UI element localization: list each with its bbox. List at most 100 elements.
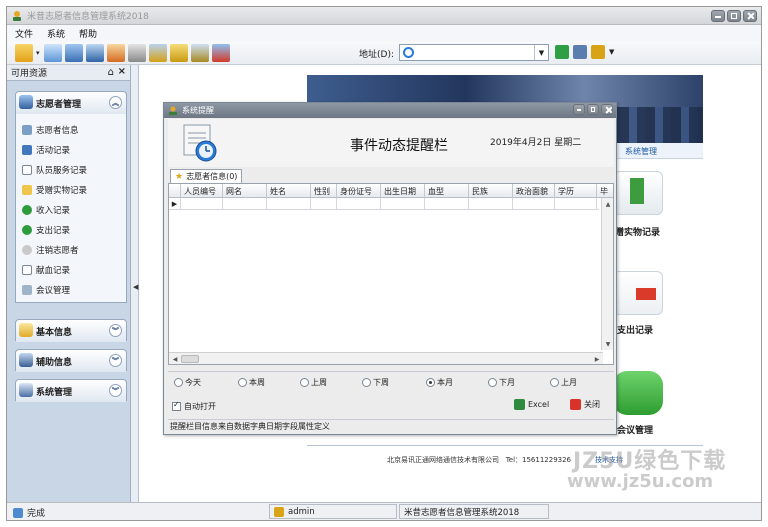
strip-label[interactable]: 系统管理 — [625, 146, 657, 157]
column-header[interactable]: 身份证号 — [337, 184, 381, 198]
calendar-icon — [22, 145, 32, 155]
chevron-down-icon[interactable]: ▼ — [609, 48, 614, 56]
radio-dot[interactable] — [174, 378, 183, 387]
scroll-down-icon[interactable]: ▼ — [603, 339, 613, 349]
sidebar-item-donations[interactable]: 受赠实物记录 — [22, 180, 126, 200]
radio-next-week[interactable]: 下周 — [362, 377, 389, 388]
minimize-button[interactable] — [711, 10, 725, 22]
group-header[interactable]: 系统管理 ︾ — [16, 380, 126, 402]
column-header[interactable]: 毕 — [597, 184, 611, 198]
radio-this-month[interactable]: 本月 — [426, 377, 453, 388]
users-lock-icon[interactable] — [148, 43, 167, 62]
scrollbar-thumb[interactable] — [181, 355, 199, 363]
sidebar-item-meeting[interactable]: 会议管理 — [22, 280, 126, 300]
group-title: 辅助信息 — [36, 357, 73, 368]
column-header[interactable]: 网名 — [223, 184, 267, 198]
aux-info-icon — [19, 353, 33, 367]
radio-dot[interactable] — [300, 378, 309, 387]
grid-header: 人员编号 网名 姓名 性别 身份证号 出生日期 血型 民族 政治面貌 学历 毕 — [169, 184, 613, 198]
home-icon[interactable]: ⌂ — [108, 67, 114, 78]
sidebar-item-blood[interactable]: 献血记录 — [22, 260, 126, 280]
tools-icon[interactable] — [591, 45, 605, 59]
radio-dot[interactable] — [238, 378, 247, 387]
excel-button[interactable]: Excel — [514, 399, 549, 410]
group-header[interactable]: 基本信息 ︾ — [16, 320, 126, 342]
dialog-maximize-button[interactable] — [587, 104, 599, 115]
donation-tile-icon[interactable] — [613, 171, 663, 215]
column-header[interactable]: 民族 — [469, 184, 513, 198]
meeting-tile-icon[interactable] — [613, 371, 663, 415]
maximize-button[interactable] — [727, 10, 741, 22]
expand-icon[interactable]: ︾ — [109, 384, 122, 397]
auto-open-checkbox[interactable]: 自动打开 — [172, 400, 216, 412]
tab-volunteer-info[interactable]: ★ 志愿者信息(0) — [170, 169, 243, 183]
chevron-down-icon[interactable]: ▾ — [36, 49, 40, 57]
radio-last-week[interactable]: 上周 — [300, 377, 327, 388]
home-icon[interactable] — [106, 43, 125, 62]
expense-tile-icon[interactable] — [613, 271, 663, 315]
tile-label[interactable]: 赠实物记录 — [615, 225, 660, 238]
column-header[interactable]: 人员编号 — [181, 184, 223, 198]
dialog-heading: 事件动态提醒栏 — [350, 138, 448, 154]
user-lock-icon[interactable] — [190, 43, 209, 62]
column-header[interactable]: 出生日期 — [381, 184, 425, 198]
menu-file[interactable]: 文件 — [15, 27, 33, 40]
radio-this-week[interactable]: 本周 — [238, 377, 265, 388]
sidebar-splitter[interactable]: ◀ — [131, 65, 139, 506]
scroll-left-icon[interactable]: ◀ — [170, 354, 180, 364]
column-header[interactable]: 学历 — [555, 184, 597, 198]
column-header[interactable]: 性别 — [311, 184, 337, 198]
menu-system[interactable]: 系统 — [47, 27, 65, 40]
radio-dot[interactable] — [362, 378, 371, 387]
column-header[interactable]: 姓名 — [267, 184, 311, 198]
sidebar-item-volunteer-info[interactable]: 志愿者信息 — [22, 120, 126, 140]
date-range-group: 今天 本周 上周 下周 本月 下月 上月 — [168, 371, 614, 393]
lock-icon[interactable] — [169, 43, 188, 62]
collapse-icon[interactable]: ︽ — [109, 96, 122, 109]
dialog-close-button[interactable] — [601, 104, 613, 115]
chevron-left-icon[interactable]: ◀ — [133, 283, 138, 291]
sidebar-item-activity[interactable]: 活动记录 — [22, 140, 126, 160]
folder-open-icon[interactable] — [15, 43, 33, 62]
expand-icon[interactable]: ︾ — [109, 354, 122, 367]
book-icon[interactable] — [85, 43, 104, 62]
printer-icon[interactable] — [127, 43, 146, 62]
menu-help[interactable]: 帮助 — [79, 27, 97, 40]
favorites-icon[interactable] — [573, 45, 587, 59]
sidebar-item-service[interactable]: 队员服务记录 — [22, 160, 126, 180]
users-icon[interactable] — [64, 43, 83, 62]
group-header[interactable]: 志愿者管理 ︽ — [16, 92, 126, 114]
radio-last-month[interactable]: 上月 — [550, 377, 577, 388]
sidebar-item-deregister[interactable]: 注销志愿者 — [22, 240, 126, 260]
tile-label[interactable]: 会议管理 — [617, 423, 653, 436]
radio-dot[interactable] — [550, 378, 559, 387]
group-header[interactable]: 辅助信息 ︾ — [16, 350, 126, 372]
scroll-up-icon[interactable]: ▲ — [603, 199, 613, 209]
expand-icon[interactable]: ︾ — [109, 324, 122, 337]
table-row[interactable]: ▶ — [169, 198, 599, 210]
radio-dot-selected[interactable] — [426, 378, 435, 387]
radio-today[interactable]: 今天 — [174, 377, 201, 388]
scroll-right-icon[interactable]: ▶ — [592, 354, 602, 364]
exit-icon[interactable] — [211, 43, 230, 62]
tile-label[interactable]: 支出记录 — [617, 323, 653, 336]
deregister-icon — [22, 245, 32, 255]
close-dialog-button[interactable]: 关闭 — [570, 399, 600, 410]
window-icon[interactable] — [43, 43, 62, 62]
sidebar-item-income[interactable]: 收入记录 — [22, 200, 126, 220]
dialog-minimize-button[interactable] — [573, 104, 585, 115]
address-input[interactable]: ▼ — [399, 44, 549, 61]
checkbox-box[interactable] — [172, 400, 181, 411]
sidebar-item-expense[interactable]: 支出记录 — [22, 220, 126, 240]
close-icon[interactable]: × — [118, 66, 126, 77]
column-header[interactable]: 血型 — [425, 184, 469, 198]
radio-dot[interactable] — [488, 378, 497, 387]
radio-next-month[interactable]: 下月 — [488, 377, 515, 388]
go-icon[interactable] — [555, 45, 569, 59]
close-button[interactable] — [743, 10, 757, 22]
vertical-scrollbar[interactable]: ▲ ▼ — [601, 198, 613, 350]
group-title: 系统管理 — [36, 387, 73, 398]
horizontal-scrollbar[interactable]: ◀ ▶ — [169, 352, 603, 364]
address-dropdown[interactable]: ▼ — [534, 45, 548, 60]
column-header[interactable]: 政治面貌 — [513, 184, 555, 198]
